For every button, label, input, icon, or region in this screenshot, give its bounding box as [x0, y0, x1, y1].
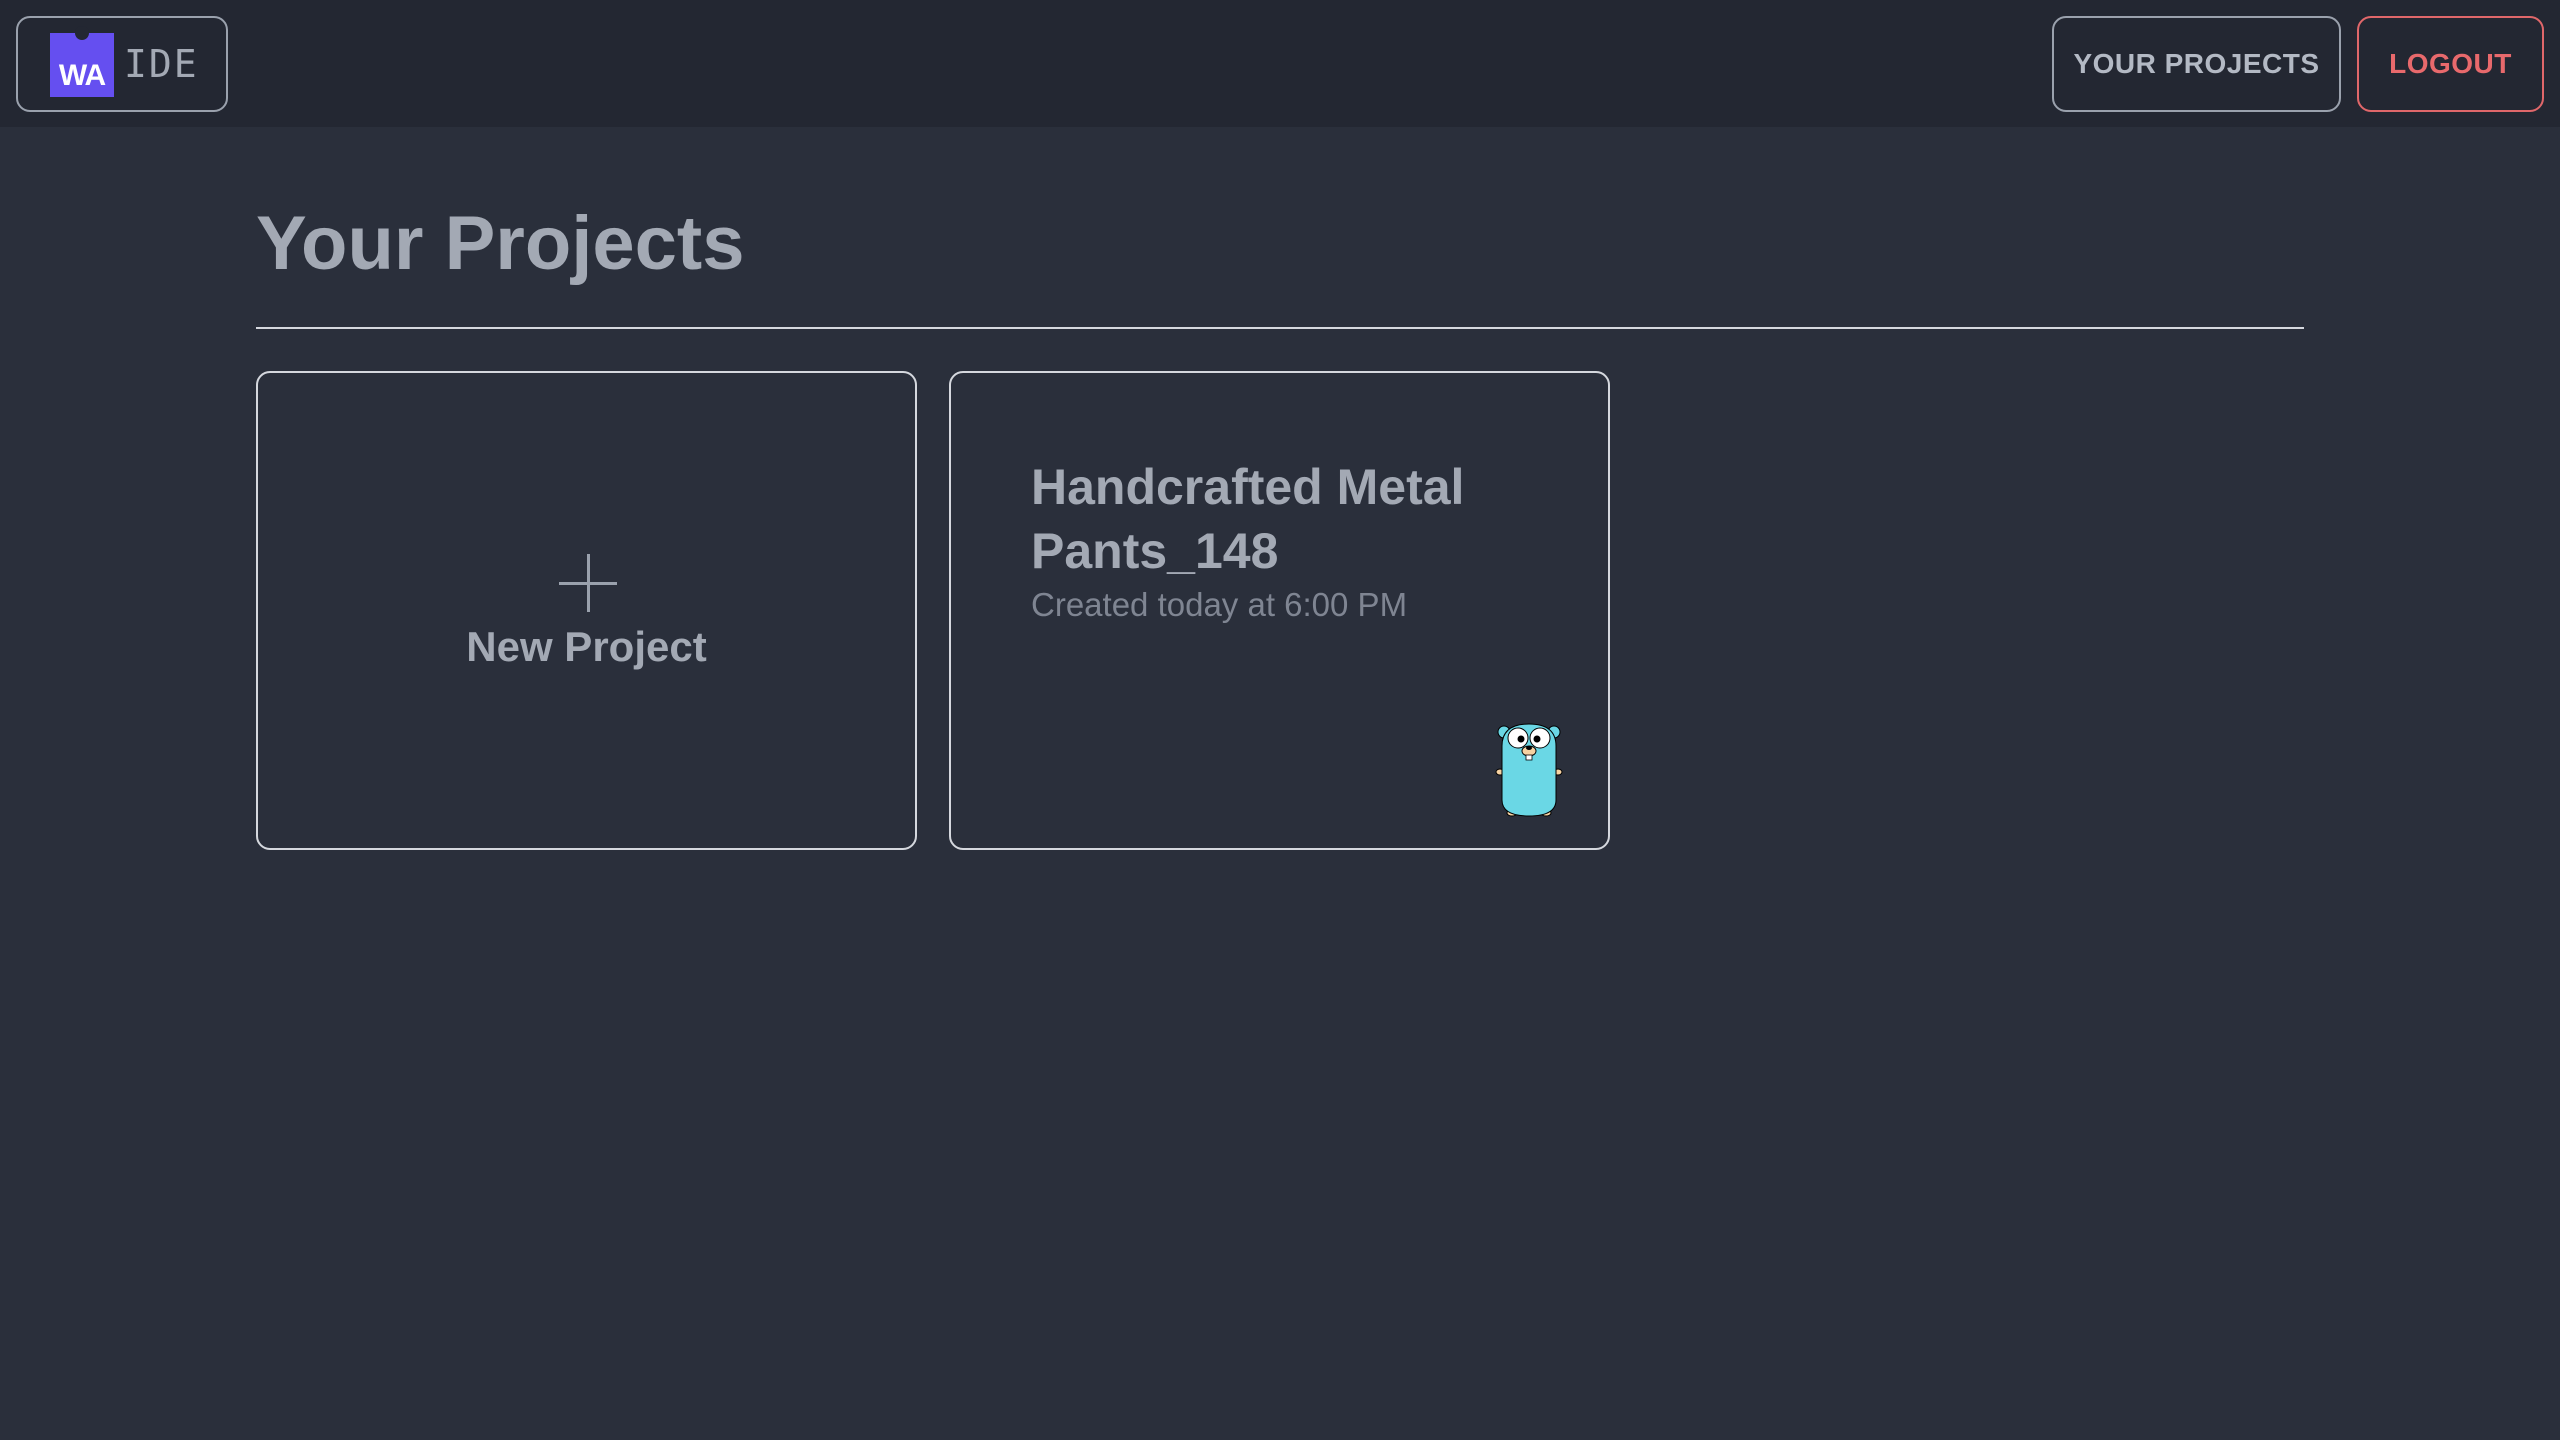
new-project-card[interactable]: New Project [256, 371, 917, 850]
top-navbar: WA IDE YOUR PROJECTS LOGOUT [0, 0, 2560, 127]
logout-button[interactable]: LOGOUT [2357, 16, 2544, 112]
page-title: Your Projects [256, 201, 745, 286]
logo-app-text: IDE [124, 42, 199, 86]
go-gopher-icon [1495, 723, 1563, 817]
logo-mark-text: WA [58, 59, 106, 92]
title-divider [256, 327, 2304, 329]
your-projects-button[interactable]: YOUR PROJECTS [2052, 16, 2341, 112]
home-logo-link[interactable]: WA IDE [16, 16, 228, 112]
new-project-label: New Project [466, 623, 707, 670]
project-created-date: Created today at 6:00 PM [1031, 586, 1408, 623]
webassembly-logo-icon: WA [50, 26, 114, 97]
project-name: Handcrafted Metal Pants_148 [1031, 459, 1465, 579]
plus-icon [559, 554, 617, 612]
project-card[interactable]: Handcrafted Metal Pants_148 Created toda… [949, 371, 1610, 850]
